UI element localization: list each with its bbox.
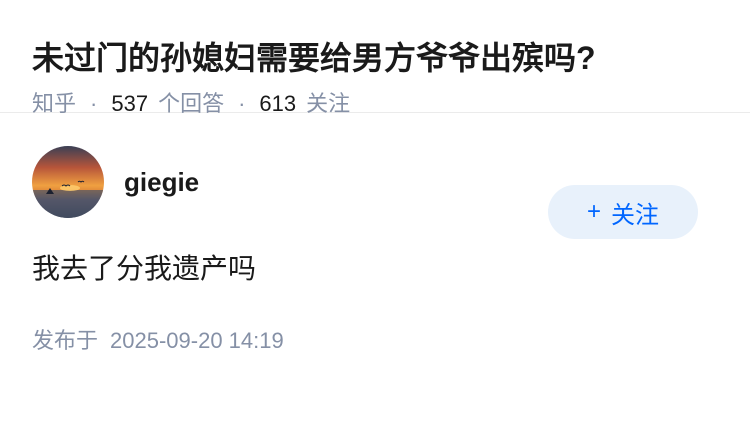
answer-card: giegie + 关注 我去了分我遗产吗 发布于 2025-09-20 14:19 xyxy=(0,145,750,355)
author-name[interactable]: giegie xyxy=(124,167,199,198)
plus-icon: + xyxy=(586,198,601,225)
follower-count-label: 关注 xyxy=(306,91,351,116)
follower-count: 613 xyxy=(259,91,297,116)
publish-timestamp: 2025-09-20 14:19 xyxy=(110,328,284,353)
question-title[interactable]: 未过门的孙媳妇需要给男方爷爷出殡吗? xyxy=(32,38,718,78)
answer-count: 537 xyxy=(111,91,149,116)
meta-separator: · xyxy=(238,91,246,116)
avatar[interactable] xyxy=(32,146,104,218)
question-header: 未过门的孙媳妇需要给男方爷爷出殡吗? 知乎 · 537 个回答 · 613 关注 xyxy=(0,0,750,116)
follow-button[interactable]: + 关注 xyxy=(548,185,698,239)
publish-info: 发布于 2025-09-20 14:19 xyxy=(32,327,718,355)
question-meta: 知乎 · 537 个回答 · 613 关注 xyxy=(32,90,718,118)
answer-content[interactable]: 我去了分我遗产吗 xyxy=(32,249,718,289)
answer-count-label: 个回答 xyxy=(158,91,225,116)
meta-separator: · xyxy=(90,91,98,116)
follow-button-label: 关注 xyxy=(611,201,659,229)
publish-label: 发布于 xyxy=(32,328,99,353)
source-label[interactable]: 知乎 xyxy=(32,90,76,118)
